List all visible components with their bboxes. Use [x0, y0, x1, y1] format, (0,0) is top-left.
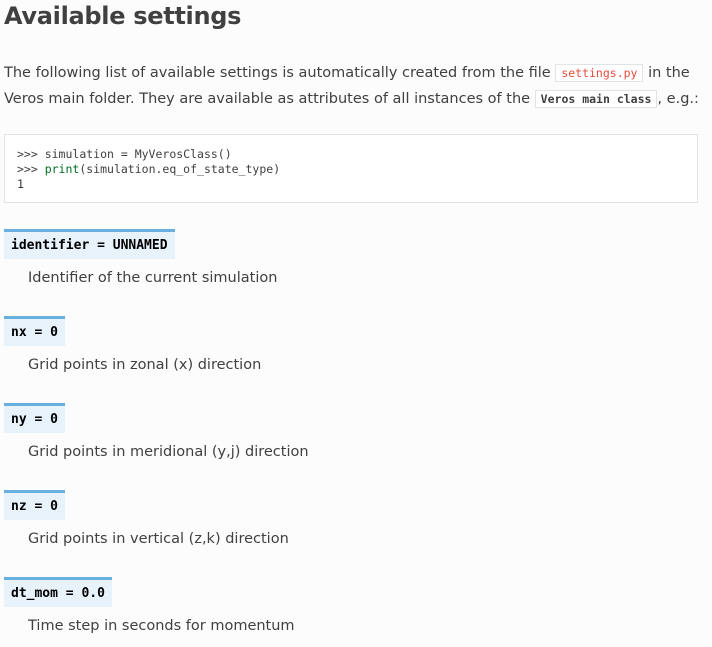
setting-signature: nx = 0 — [4, 316, 65, 346]
setting-description: Grid points in meridional (y,j) directio… — [28, 444, 309, 460]
intro-text-1: The following list of available settings… — [4, 65, 556, 81]
code-keyword: print — [44, 162, 80, 176]
code-line-2: (simulation.eq_of_state_type) — [79, 162, 281, 176]
page-title: Available settings — [4, 2, 242, 30]
setting-dt-mom: dt_mom = 0.0 Time step in seconds for mo… — [4, 577, 295, 634]
setting-description: Grid points in vertical (z,k) direction — [28, 531, 289, 547]
settings-file-literal: settings.py — [555, 64, 644, 82]
setting-identifier: identifier = UNNAMED Identifier of the c… — [4, 229, 277, 286]
setting-description: Time step in seconds for momentum — [28, 618, 295, 634]
intro-text-3: , e.g.: — [657, 91, 699, 107]
setting-signature: dt_mom = 0.0 — [4, 577, 112, 607]
code-line-1: simulation = MyVerosClass() — [44, 147, 232, 161]
intro-paragraph: The following list of available settings… — [4, 60, 700, 112]
setting-signature: ny = 0 — [4, 403, 65, 433]
setting-nx: nx = 0 Grid points in zonal (x) directio… — [4, 316, 261, 373]
code-prompt: >>> — [17, 162, 45, 176]
setting-description: Grid points in zonal (x) direction — [28, 357, 262, 373]
setting-nz: nz = 0 Grid points in vertical (z,k) dir… — [4, 490, 289, 547]
setting-signature: identifier = UNNAMED — [4, 229, 175, 259]
veros-main-class-link[interactable]: Veros main class — [534, 90, 658, 108]
code-prompt: >>> — [17, 147, 45, 161]
code-example: >>> simulation = MyVerosClass() >>> prin… — [4, 134, 698, 203]
setting-ny: ny = 0 Grid points in meridional (y,j) d… — [4, 403, 309, 460]
code-output: 1 — [17, 177, 24, 191]
setting-signature: nz = 0 — [4, 490, 65, 520]
setting-description: Identifier of the current simulation — [28, 270, 278, 286]
